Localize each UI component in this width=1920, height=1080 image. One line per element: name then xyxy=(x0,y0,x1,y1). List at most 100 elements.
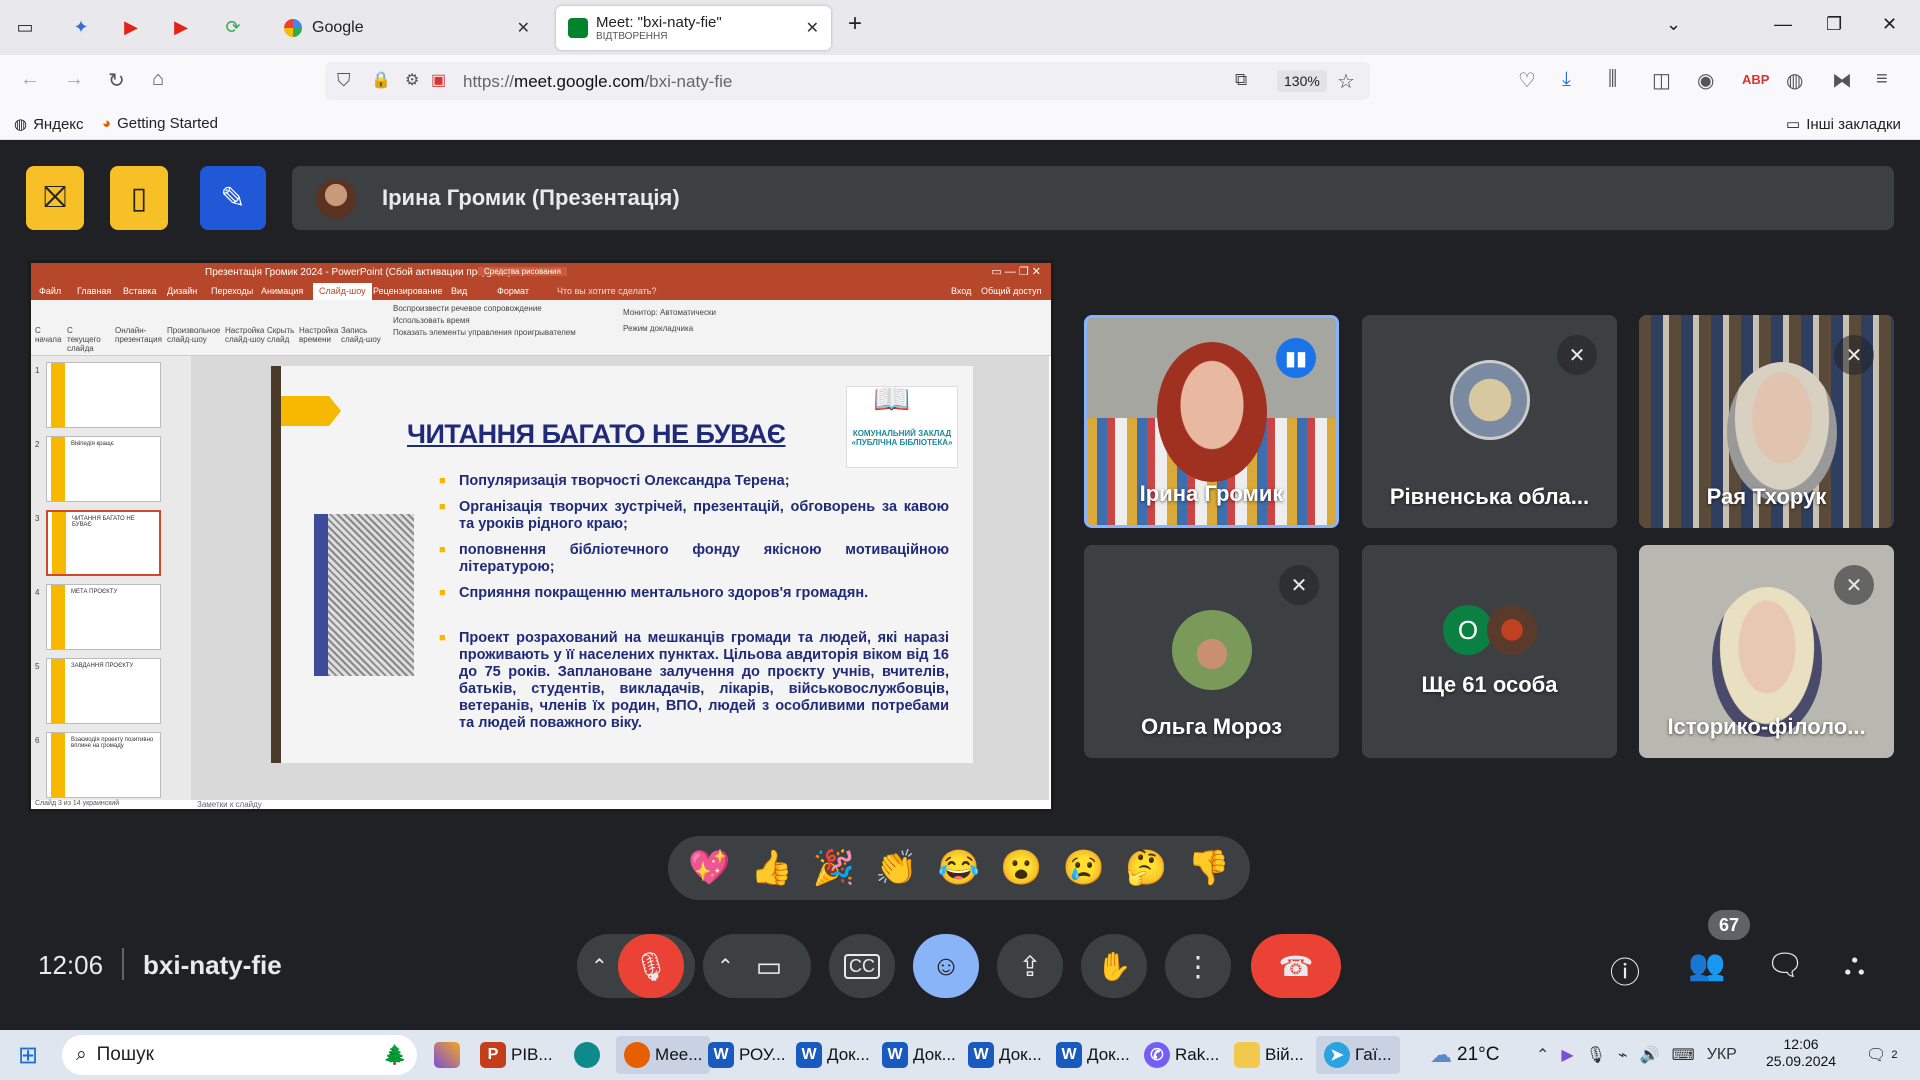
forward-icon[interactable]: → xyxy=(64,68,84,91)
reaction-sad-icon[interactable]: 😢 xyxy=(1063,848,1105,888)
vpn-globe-icon[interactable]: ◍ xyxy=(1786,68,1803,93)
lock-icon[interactable]: 🔒 xyxy=(371,70,391,90)
reaction-surprised-icon[interactable]: 😮 xyxy=(1000,848,1042,888)
bookmark-yandex[interactable]: ◍ Яндекс xyxy=(14,115,84,134)
activities-icon[interactable]: ⛬ xyxy=(1844,948,1865,982)
close-tab-icon[interactable]: ✕ xyxy=(517,18,530,38)
chevron-up-icon[interactable]: ⌃ xyxy=(1536,1045,1549,1065)
menu-icon[interactable]: ≡ xyxy=(1876,68,1888,91)
account-icon[interactable]: ◉ xyxy=(1697,68,1714,93)
language-indicator[interactable]: УКР xyxy=(1707,1046,1737,1064)
youtube-pinned-icon[interactable]: ▶ xyxy=(118,14,144,40)
captions-button[interactable]: CC xyxy=(829,934,895,998)
taskbar-app-ppt[interactable]: P РІВ... xyxy=(480,1036,553,1074)
network-icon[interactable]: ⌁ xyxy=(1618,1045,1628,1065)
taskbar-app-word[interactable]: W Док... xyxy=(1056,1036,1130,1074)
gemini-icon[interactable]: ✦ xyxy=(68,14,94,40)
reload-icon[interactable]: ↻ xyxy=(108,68,125,93)
reaction-thumbs-down-icon[interactable]: 👎 xyxy=(1188,848,1230,888)
taskbar-app-word[interactable]: W РОУ... xyxy=(708,1036,786,1074)
addon-2-button[interactable]: ▯ xyxy=(110,166,168,230)
meeting-info-icon[interactable]: ⓘ xyxy=(1610,948,1640,992)
taskbar-clock[interactable]: 12:06 25.09.2024 xyxy=(1766,1036,1836,1074)
reaction-thinking-icon[interactable]: 🤔 xyxy=(1125,848,1167,888)
reaction-thumbs-up-icon[interactable]: 👍 xyxy=(750,848,792,888)
taskbar-app-telegram[interactable]: ➤ Гаї... xyxy=(1316,1036,1400,1074)
address-bar[interactable]: ⛉ 🔒 ⚙ ▣ https://meet.google.com/bxi-naty… xyxy=(325,62,1370,100)
pocket-icon[interactable]: ♡ xyxy=(1518,68,1536,93)
library-icon[interactable]: ⫼ xyxy=(1608,68,1617,91)
start-icon[interactable]: ⊞ xyxy=(18,1036,38,1074)
present-button[interactable]: ⇪ xyxy=(997,934,1063,998)
new-tab-icon[interactable]: + xyxy=(848,10,862,38)
volume-icon[interactable]: 🔊 xyxy=(1640,1045,1660,1065)
adblock-icon[interactable]: ABP xyxy=(1742,72,1769,87)
screen-share-icon[interactable]: ⧉ xyxy=(1235,70,1247,90)
participant-tile[interactable]: ✕ Історико-філоло... xyxy=(1639,545,1894,758)
slide-bullet: Організація творчих зустрічей, презентац… xyxy=(439,499,949,533)
home-icon[interactable]: ⌂ xyxy=(152,68,164,91)
restore-icon[interactable]: ❐ xyxy=(1826,14,1842,35)
back-icon[interactable]: ← xyxy=(20,68,40,91)
permissions-icon[interactable]: ⚙ xyxy=(405,70,419,90)
reactions-button[interactable]: ☺ xyxy=(913,934,979,998)
taskbar-app-edge[interactable] xyxy=(574,1036,600,1074)
other-bookmarks[interactable]: ▭ Інші закладки xyxy=(1786,115,1901,134)
ppt-presenter-mode: Режим докладчика xyxy=(623,324,694,333)
participant-tile[interactable]: ▮▮ Ірина Громик xyxy=(1084,315,1339,528)
sidebar-icon[interactable]: ◫ xyxy=(1652,68,1671,93)
bookmark-getting-started[interactable]: ◕ Getting Started xyxy=(102,115,218,132)
taskbar-weather[interactable]: ☁ 21°C xyxy=(1430,1036,1499,1074)
tab-meet[interactable]: Meet: "bxi-naty-fie" ВІДТВОРЕННЯ ✕ xyxy=(556,6,831,50)
keyboard-icon[interactable]: ⌨ xyxy=(1672,1045,1695,1065)
minimize-icon[interactable]: — xyxy=(1774,14,1792,35)
reaction-clap-icon[interactable]: 👏 xyxy=(875,848,917,888)
participant-tile[interactable]: ✕ Ольга Мороз xyxy=(1084,545,1339,758)
taskbar-app-word[interactable]: W Док... xyxy=(796,1036,870,1074)
notifications-button[interactable]: 🗨 2 xyxy=(1866,1036,1897,1074)
list-tabs-icon[interactable]: ⌄ xyxy=(1666,14,1681,35)
taskbar-app-label: Rak... xyxy=(1175,1045,1220,1064)
participant-tile[interactable]: ✕ Рая Тхорук xyxy=(1639,315,1894,528)
addon-3-button[interactable]: ✎ xyxy=(200,166,266,230)
participant-tile[interactable]: О Ще 61 особа xyxy=(1362,545,1617,758)
video-options-button[interactable]: ⌃ ▭ xyxy=(703,934,811,998)
taskbar-app-word[interactable]: W Док... xyxy=(882,1036,956,1074)
taskbar-app-viber[interactable]: ✆ Rak... xyxy=(1144,1036,1219,1074)
zoom-level[interactable]: 130% xyxy=(1277,70,1327,92)
taskbar-app-firefox[interactable]: Мее... xyxy=(616,1036,711,1074)
meet-tray-icon[interactable]: ▶ xyxy=(1561,1045,1573,1065)
globe-icon: ◍ xyxy=(14,116,28,133)
more-options-button[interactable]: ⋮ xyxy=(1165,934,1231,998)
logo-text: КОМУНАЛЬНИЙ ЗАКЛАД «ПУБЛІЧНА БІБЛІОТЕКА» xyxy=(851,429,953,447)
taskbar-copilot[interactable] xyxy=(434,1036,460,1074)
taskbar-app-word[interactable]: W Док... xyxy=(968,1036,1042,1074)
ppt-menu-item: Дизайн xyxy=(167,286,198,296)
tab-overview-icon[interactable]: ▭ xyxy=(12,14,38,40)
tab-google[interactable]: Google ✕ xyxy=(272,6,542,50)
camera-sharing-icon[interactable]: ▣ xyxy=(431,70,446,90)
mic-icon[interactable]: 🎙 xyxy=(1586,1045,1606,1065)
chat-icon[interactable]: 🗨 xyxy=(1766,948,1804,983)
mic-toggle-button[interactable]: 🎙 xyxy=(618,934,684,998)
youtube-pinned-icon[interactable]: ▶ xyxy=(168,14,194,40)
addon-1-button[interactable]: ⛝ xyxy=(26,166,84,230)
reaction-laugh-icon[interactable]: 😂 xyxy=(938,848,980,888)
extensions-icon[interactable]: ⧓ xyxy=(1832,68,1852,93)
taskbar-search[interactable]: ⌕ Пошук 🌲 xyxy=(62,1035,417,1075)
translate-pinned-icon[interactable]: ⟳ xyxy=(220,14,246,40)
people-icon[interactable]: 👥 xyxy=(1688,948,1725,983)
shield-icon[interactable]: ⛉ xyxy=(337,70,351,91)
close-tab-icon[interactable]: ✕ xyxy=(806,18,819,38)
downloads-icon[interactable]: ⤓ xyxy=(1562,68,1571,91)
reaction-party-icon[interactable]: 🎉 xyxy=(813,848,855,888)
leave-call-button[interactable]: ☎ xyxy=(1251,934,1341,998)
ppt-ribbon-check: Воспроизвести речевое сопровождение xyxy=(393,304,542,313)
raise-hand-button[interactable]: ✋ xyxy=(1081,934,1147,998)
url-text[interactable]: https://meet.google.com/bxi-naty-fie xyxy=(463,72,732,92)
taskbar-app-explorer[interactable]: Вій... xyxy=(1234,1036,1304,1074)
participant-tile[interactable]: ✕ Рівненська обла... xyxy=(1362,315,1617,528)
reaction-heart-icon[interactable]: 💖 xyxy=(688,848,730,888)
close-window-icon[interactable]: ✕ xyxy=(1882,14,1897,35)
bookmark-star-icon[interactable]: ☆ xyxy=(1337,69,1355,94)
